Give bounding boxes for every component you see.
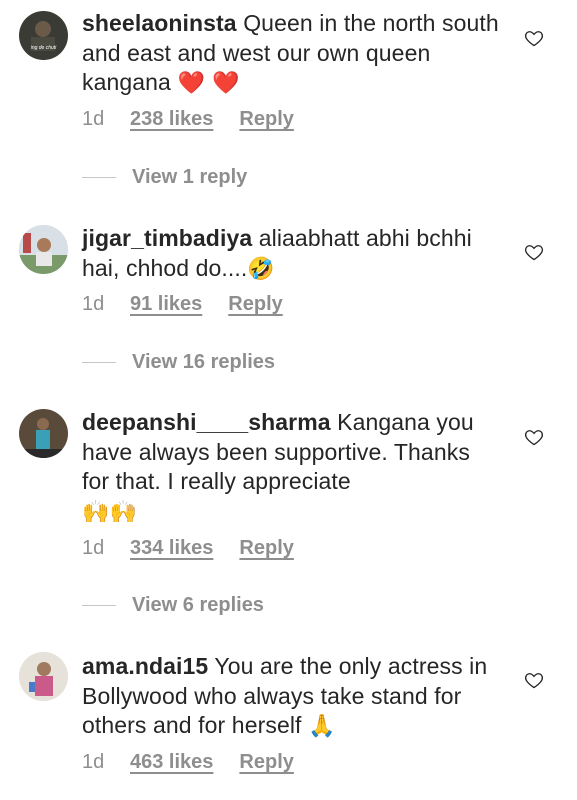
comment-time: 1d <box>82 537 105 559</box>
likes-link[interactable]: 238 likes <box>130 108 213 131</box>
likes-link[interactable]: 334 likes <box>130 537 213 560</box>
like-heart-icon[interactable] <box>524 242 544 262</box>
heart-emoji: ❤️ ❤️ <box>177 71 240 96</box>
reply-button[interactable]: Reply <box>239 108 293 131</box>
avatar[interactable]: ing de chuti <box>19 11 68 60</box>
replies-divider <box>82 177 116 178</box>
reply-button[interactable]: Reply <box>239 537 293 560</box>
comment-text: deepanshi____sharma Kangana you have alw… <box>82 408 502 527</box>
replies-divider <box>82 362 116 363</box>
view-replies-label: View 1 reply <box>132 166 248 188</box>
rofl-emoji: 🤣 <box>247 256 275 282</box>
comment-meta: 1d 334 likes Reply <box>82 537 294 560</box>
comment-text: ama.ndai15 You are the only actress in B… <box>82 652 502 742</box>
username[interactable]: deepanshi____sharma <box>82 409 331 435</box>
reply-button[interactable]: Reply <box>239 751 293 774</box>
reply-button[interactable]: Reply <box>228 293 282 316</box>
replies-divider <box>82 605 116 606</box>
raised-hands-emoji: 🙌🙌 <box>82 499 137 525</box>
like-heart-icon[interactable] <box>524 427 544 447</box>
comment-time: 1d <box>82 751 105 773</box>
like-heart-icon[interactable] <box>524 670 544 690</box>
folded-hands-emoji: 🙏 <box>308 714 336 739</box>
comment-time: 1d <box>82 293 105 315</box>
view-replies-button[interactable]: View 16 replies <box>82 351 275 374</box>
likes-link[interactable]: 463 likes <box>130 751 213 774</box>
username[interactable]: jigar_timbadiya <box>82 225 252 251</box>
view-replies-button[interactable]: View 6 replies <box>82 594 264 617</box>
view-replies-label: View 16 replies <box>132 351 276 373</box>
comment-meta: 1d 91 likes Reply <box>82 293 283 316</box>
comment-text: jigar_timbadiya aliaabhatt abhi bchhi ha… <box>82 224 502 284</box>
view-replies-button[interactable]: View 1 reply <box>82 166 247 189</box>
comment-meta: 1d 463 likes Reply <box>82 751 294 774</box>
avatar[interactable] <box>19 225 68 274</box>
username[interactable]: ama.ndai15 <box>82 653 208 679</box>
comment-text: sheelaoninsta Queen in the north south a… <box>82 9 502 99</box>
avatar-caption: ing de chuti <box>31 45 57 51</box>
view-replies-label: View 6 replies <box>132 594 264 616</box>
avatar[interactable] <box>19 652 68 701</box>
likes-link[interactable]: 91 likes <box>130 293 202 316</box>
comment-time: 1d <box>82 108 105 130</box>
avatar[interactable] <box>19 409 68 458</box>
username[interactable]: sheelaoninsta <box>82 10 237 36</box>
like-heart-icon[interactable] <box>524 28 544 48</box>
comment-meta: 1d 238 likes Reply <box>82 108 294 131</box>
